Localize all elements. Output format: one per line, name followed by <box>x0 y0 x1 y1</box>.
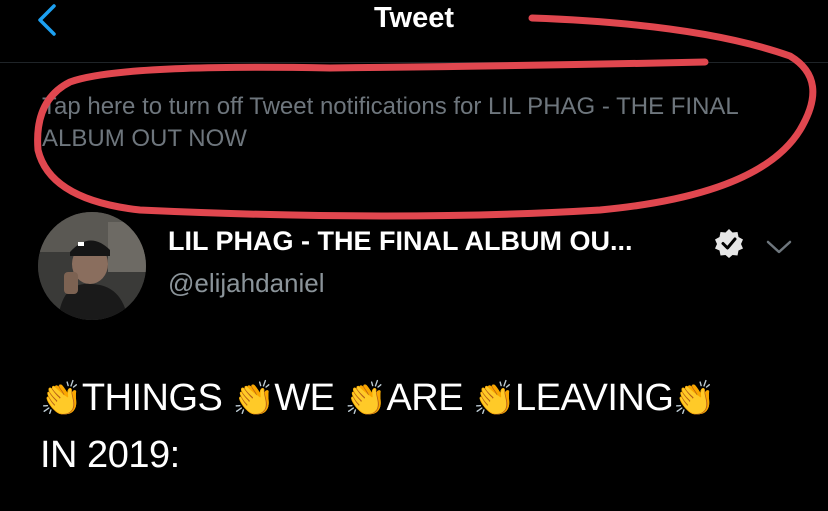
clapping-hands-emoji: 👏 <box>473 380 515 418</box>
clapping-hands-emoji: 👏 <box>40 380 82 418</box>
nav-bar: Tweet <box>0 0 828 63</box>
notification-toggle-text[interactable]: Tap here to turn off Tweet notifications… <box>42 91 802 155</box>
author-display-name[interactable]: LIL PHAG - THE FINAL ALBUM OU... <box>168 226 632 257</box>
tweet-text: 👏THINGS 👏WE 👏ARE 👏LEAVING👏 IN 2019: <box>40 370 810 483</box>
chevron-down-icon[interactable] <box>764 236 794 258</box>
avatar-image <box>38 212 146 320</box>
tweet-line-2: IN 2019: <box>40 434 180 476</box>
clapping-hands-emoji: 👏 <box>232 380 275 418</box>
clapping-hands-emoji: 👏 <box>673 380 716 418</box>
tweet-word: LEAVING <box>514 377 674 419</box>
verified-badge-icon <box>715 229 743 258</box>
author-handle[interactable]: @elijahdaniel <box>168 268 325 299</box>
tweet-line-1: 👏THINGS 👏WE 👏ARE 👏LEAVING👏 <box>40 370 810 427</box>
tweet-word: WE <box>274 377 335 419</box>
tweet-word: ARE <box>386 377 464 419</box>
tweet-word: THINGS <box>81 377 223 419</box>
clapping-hands-emoji: 👏 <box>344 380 387 418</box>
page-title: Tweet <box>373 2 455 34</box>
avatar[interactable] <box>38 212 146 320</box>
notification-banner[interactable]: Tap here to turn off Tweet notifications… <box>0 63 828 196</box>
